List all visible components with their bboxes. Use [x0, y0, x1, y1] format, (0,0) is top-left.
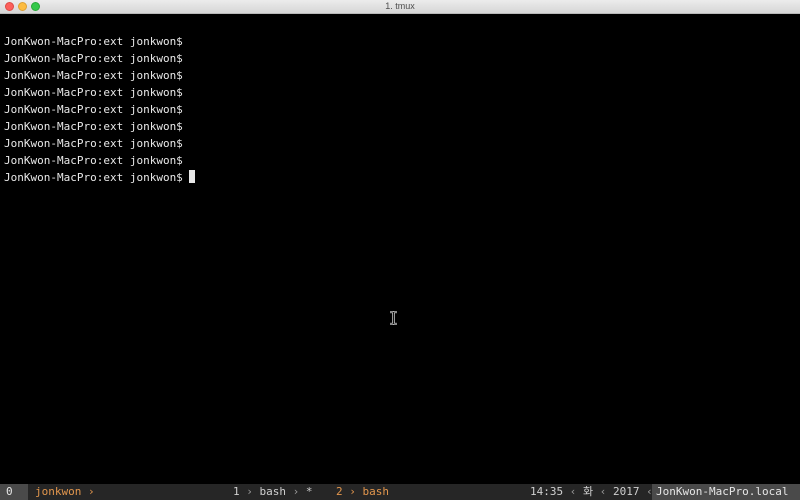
window-index: 1 [233, 485, 240, 498]
ibeam-cursor-icon [390, 311, 397, 325]
window-tab-2[interactable]: 2 › bash [336, 484, 389, 500]
session-index: 0 [0, 484, 28, 500]
terminal-pane[interactable]: JonKwon-MacPro:ext jonkwon$ JonKwon-MacP… [4, 33, 796, 186]
session-name-segment: jonkwon › [35, 484, 95, 500]
terminal-line: JonKwon-MacPro:ext jonkwon$ [4, 137, 183, 150]
terminal-line: JonKwon-MacPro:ext jonkwon$ [4, 154, 183, 167]
window-index: 2 [336, 485, 343, 498]
window-title: 1. tmux [385, 1, 415, 11]
terminal-line-current[interactable]: JonKwon-MacPro:ext jonkwon$ [4, 169, 796, 186]
window-name: bash [362, 485, 390, 498]
chevron-right-icon: › [246, 485, 253, 498]
terminal-window: 1. tmux JonKwon-MacPro:ext jonkwon$ JonK… [0, 0, 800, 500]
session-name: jonkwon [35, 485, 82, 498]
chevron-left-icon: ‹ [569, 485, 577, 498]
prompt-text: JonKwon-MacPro:ext jonkwon$ [4, 171, 183, 184]
window-tab-1[interactable]: 1 › bash › * [233, 484, 313, 500]
terminal-line: JonKwon-MacPro:ext jonkwon$ [4, 52, 183, 65]
terminal-line: JonKwon-MacPro:ext jonkwon$ [4, 69, 183, 82]
clock-time: 14:35 [530, 485, 564, 498]
chevron-right-icon: › [349, 485, 356, 498]
block-cursor-icon [188, 170, 195, 183]
window-flag: * [305, 485, 313, 498]
tmux-status-bar: 0 jonkwon › 1 › bash › * 2 › bash 14:35 … [0, 484, 800, 500]
window-name: bash [259, 485, 287, 498]
terminal-line: JonKwon-MacPro:ext jonkwon$ [4, 86, 183, 99]
chevron-right-icon: › [292, 485, 300, 498]
chevron-left-icon: ‹ [599, 485, 607, 498]
terminal-line: JonKwon-MacPro:ext jonkwon$ [4, 120, 183, 133]
weekday: 화 [583, 485, 594, 498]
title-bar[interactable]: 1. tmux [0, 0, 800, 14]
terminal-line: JonKwon-MacPro:ext jonkwon$ [4, 103, 183, 116]
year: 2017 [613, 485, 640, 498]
terminal-line: JonKwon-MacPro:ext jonkwon$ [4, 35, 183, 48]
hostname: JonKwon-MacPro.local [652, 484, 800, 500]
time-date-segment: 14:35 ‹ 화 ‹ 2017 ‹ [530, 484, 653, 500]
chevron-right-icon: › [87, 485, 95, 498]
